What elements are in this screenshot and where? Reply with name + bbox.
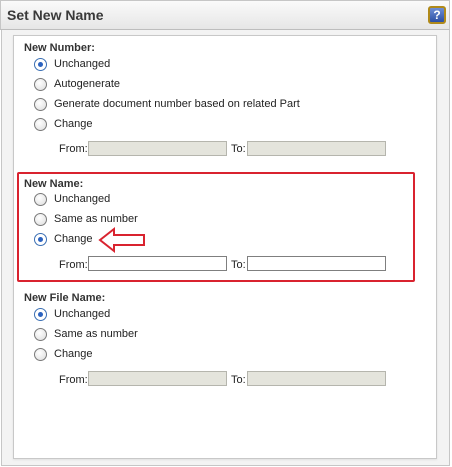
- option-label: Generate document number based on relate…: [54, 98, 300, 110]
- annotation-highlight-box: [17, 172, 415, 282]
- new-number-from-label: From:: [59, 143, 88, 155]
- new-file-name-to-field[interactable]: [247, 371, 386, 386]
- new-number-option-autogenerate[interactable]: Autogenerate: [34, 76, 120, 92]
- new-file-name-from-label: From:: [59, 374, 88, 386]
- new-number-to-label: To:: [231, 143, 246, 155]
- new-number-option-generate-from-part[interactable]: Generate document number based on relate…: [34, 96, 300, 112]
- new-file-name-to-label: To:: [231, 374, 246, 386]
- radio-selected[interactable]: [34, 57, 47, 71]
- option-label: Unchanged: [54, 58, 111, 70]
- new-file-name-option-same-as-number[interactable]: Same as number: [34, 326, 138, 342]
- new-number-option-change[interactable]: Change: [34, 116, 93, 132]
- radio-unselected[interactable]: [34, 327, 47, 341]
- option-label: Unchanged: [54, 308, 111, 320]
- new-number-from-field[interactable]: [88, 141, 227, 156]
- dialog-header: Set New Name ?: [0, 0, 450, 30]
- radio-unselected[interactable]: [34, 347, 47, 361]
- new-number-to-field[interactable]: [247, 141, 386, 156]
- left-arrow-annotation-icon: [98, 226, 145, 254]
- radio-unselected[interactable]: [34, 97, 47, 111]
- new-number-label: New Number:: [24, 42, 95, 54]
- help-question-icon[interactable]: ?: [428, 6, 446, 24]
- radio-unselected[interactable]: [34, 117, 47, 131]
- option-label: Change: [54, 348, 93, 360]
- option-label: Change: [54, 118, 93, 130]
- option-label: Autogenerate: [54, 78, 121, 90]
- new-number-option-unchanged[interactable]: Unchanged: [34, 56, 110, 72]
- new-file-name-option-change[interactable]: Change: [34, 346, 93, 362]
- new-file-name-label: New File Name:: [24, 292, 106, 304]
- radio-selected[interactable]: [34, 307, 47, 321]
- dialog-title: Set New Name: [7, 7, 104, 23]
- new-file-name-from-field[interactable]: [88, 371, 227, 386]
- radio-unselected[interactable]: [34, 77, 47, 91]
- option-label: Same as number: [54, 328, 138, 340]
- new-file-name-option-unchanged[interactable]: Unchanged: [34, 306, 110, 322]
